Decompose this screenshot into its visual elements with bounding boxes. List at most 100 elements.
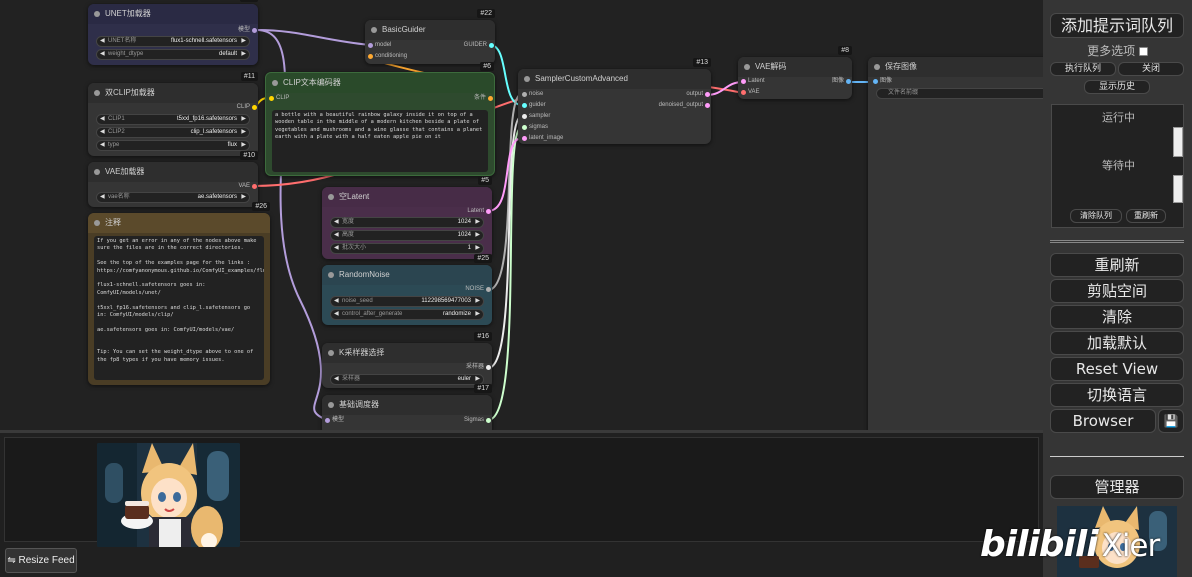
height-number[interactable]: ◀ 高度 1024 ▶ [330,230,484,241]
browser-button[interactable]: Browser [1050,409,1156,433]
noise-seed-number[interactable]: ◀ noise_seed 112298569477003 ▶ [330,296,484,307]
clip2-combo[interactable]: ◀ CLIP2 clip_l.safetensors ▶ [96,127,250,138]
node-title: VAE解码 [755,62,787,71]
input-port-model[interactable]: model [368,41,391,50]
arrow-right-icon[interactable]: ▶ [241,141,246,150]
node-note[interactable]: #26 注释 If you get an error in any of the… [88,202,270,385]
sampler-name-combo[interactable]: ◀ 采样器 euler ▶ [330,374,484,385]
clear-button[interactable]: 清除 [1050,305,1184,329]
control-after-generate-combo[interactable]: ◀ control_after_generate randomize ▶ [330,309,484,320]
manager-button[interactable]: 管理器 [1050,475,1184,499]
generated-image-thumbnail[interactable] [97,443,240,547]
clip-type-combo[interactable]: ◀ type flux ▶ [96,140,250,151]
arrow-right-icon[interactable]: ▶ [241,37,246,46]
running-scrollbar[interactable] [1173,127,1183,157]
arrow-left-icon[interactable]: ◀ [100,128,105,137]
input-port-guider[interactable]: guider [522,101,546,110]
node-vae-decode[interactable]: #8 VAE解码 Latent VAE 图像 [738,46,852,99]
input-port-clip[interactable]: CLIP [269,94,289,103]
arrow-left-icon[interactable]: ◀ [100,193,105,202]
resize-icon: ⇋ [7,555,19,566]
show-history-button[interactable]: 显示历史 [1084,80,1150,94]
arrow-left-icon[interactable]: ◀ [100,37,105,46]
output-port-output[interactable]: output [686,90,710,99]
resize-feed-button[interactable]: ⇋ Resize Feed [5,548,77,573]
node-dual-clip-loader[interactable]: #11 双CLIP加载器 CLIP ◀ CLIP1 t5xxl_fp16.safet… [88,72,258,156]
clipspace-button[interactable]: 剪贴空间 [1050,279,1184,303]
weight-dtype-combo[interactable]: ◀ weight_dtype default ▶ [96,49,250,60]
exec-queue-button[interactable]: 执行队列 [1050,62,1116,76]
node-basic-scheduler[interactable]: #17 基础调度器 模型 Sigmas [322,384,492,430]
output-port-sigmas[interactable]: Sigmas [464,416,491,425]
arrow-right-icon[interactable]: ▶ [475,218,480,227]
vae-name-combo[interactable]: ◀ vae名称 ae.safetensors ▶ [96,192,250,203]
arrow-right-icon[interactable]: ▶ [241,193,246,202]
input-port-latent[interactable]: Latent [741,77,765,86]
arrow-right-icon[interactable]: ▶ [475,297,480,306]
output-port-latent[interactable]: Latent [467,207,491,216]
output-port-model[interactable]: 模型 [238,26,257,35]
output-port-sampler[interactable]: 采样器 [466,363,491,372]
node-clip-text-encode[interactable]: #6 CLIP文本编码器 CLIP 条件 a bottle with a bea… [265,62,495,176]
more-options-checkbox[interactable] [1138,47,1148,56]
output-port-conditioning[interactable]: 条件 [474,94,493,103]
input-port-vae[interactable]: VAE [741,88,760,97]
arrow-left-icon[interactable]: ◀ [334,297,339,306]
arrow-left-icon[interactable]: ◀ [334,244,339,253]
node-empty-latent[interactable]: #5 空Latent Latent ◀ 宽度 1024 ▶ ◀ 高度 1024 ▶ ◀ 批次大… [322,176,492,259]
node-save-image[interactable]: 保存图像 图像 文件名前缀 [868,57,1043,430]
clear-queue-button[interactable]: 清除队列 [1070,209,1122,223]
input-port-conditioning[interactable]: conditioning [368,52,407,61]
refresh-button[interactable]: 重刷新 [1050,253,1184,277]
output-port-noise[interactable]: NOISE [465,285,491,294]
arrow-left-icon[interactable]: ◀ [100,50,105,59]
filename-prefix-input[interactable]: 文件名前缀 [876,88,1043,99]
output-port-guider[interactable]: GUIDER [464,41,494,50]
panel-divider[interactable] [1050,240,1184,243]
arrow-left-icon[interactable]: ◀ [334,231,339,240]
prompt-textarea[interactable]: a bottle with a beautiful rainbow galaxy… [272,110,488,172]
node-random-noise[interactable]: #25 RandomNoise NOISE ◀ noise_seed 1122985… [322,254,492,325]
input-port-noise[interactable]: noise [522,90,543,99]
input-port-image[interactable]: 图像 [873,77,892,86]
arrow-right-icon[interactable]: ▶ [241,128,246,137]
width-number[interactable]: ◀ 宽度 1024 ▶ [330,217,484,228]
queue-prompt-button[interactable]: 添加提示词队列 [1050,13,1184,38]
arrow-right-icon[interactable]: ▶ [241,115,246,124]
output-port-clip[interactable]: CLIP [237,103,257,112]
save-icon[interactable]: 💾 [1158,409,1184,433]
arrow-right-icon[interactable]: ▶ [475,244,480,253]
refresh-queue-button[interactable]: 重刷新 [1126,209,1166,223]
arrow-right-icon[interactable]: ▶ [475,375,480,384]
note-text[interactable]: If you get an error in any of the nodes … [94,236,264,380]
batch-size-number[interactable]: ◀ 批次大小 1 ▶ [330,243,484,254]
output-port-image[interactable]: 图像 [832,77,851,86]
pending-scrollbar[interactable] [1173,175,1183,203]
arrow-left-icon[interactable]: ◀ [334,375,339,384]
arrow-right-icon[interactable]: ▶ [475,310,480,319]
load-default-button[interactable]: 加载默认 [1050,331,1184,355]
arrow-left-icon[interactable]: ◀ [334,218,339,227]
switch-language-button[interactable]: 切换语言 [1050,383,1184,407]
arrow-left-icon[interactable]: ◀ [100,141,105,150]
clip1-combo[interactable]: ◀ CLIP1 t5xxl_fp16.safetensors ▶ [96,114,250,125]
input-port-sampler[interactable]: sampler [522,112,550,121]
node-basic-guider[interactable]: #22 BasicGuider model conditioning GUIDE… [365,9,495,64]
output-port-vae[interactable]: VAE [238,182,257,191]
close-button[interactable]: 关闭 [1118,62,1184,76]
node-graph-canvas[interactable]: #12 UNET加载器 模型 ◀UNET名称flux1-schnell.safe… [0,0,1043,430]
arrow-right-icon[interactable]: ▶ [241,50,246,59]
arrow-right-icon[interactable]: ▶ [475,231,480,240]
node-vae-loader[interactable]: #10 VAE加载器 VAE ◀ vae名称 ae.safetensors ▶ [88,151,258,207]
node-unet-loader[interactable]: #12 UNET加载器 模型 ◀UNET名称flux1-schnell.safe… [88,0,258,65]
arrow-left-icon[interactable]: ◀ [334,310,339,319]
output-port-denoised[interactable]: denoised_output [659,101,710,110]
reset-view-button[interactable]: Reset View [1050,357,1184,381]
input-port-sigmas[interactable]: sigmas [522,123,548,132]
arrow-left-icon[interactable]: ◀ [100,115,105,124]
node-sampler-custom-advanced[interactable]: #13 SamplerCustomAdvanced noise guider s… [518,58,711,144]
input-port-latent-image[interactable]: latent_image [522,134,563,143]
unet-name-combo[interactable]: ◀ UNET名称 flux1-schnell.safetensors ▶ [96,36,250,47]
input-port-model[interactable]: 模型 [325,416,344,425]
node-ksampler-select[interactable]: #16 K采样器选择 采样器 ◀ 采样器 euler ▶ [322,332,492,388]
